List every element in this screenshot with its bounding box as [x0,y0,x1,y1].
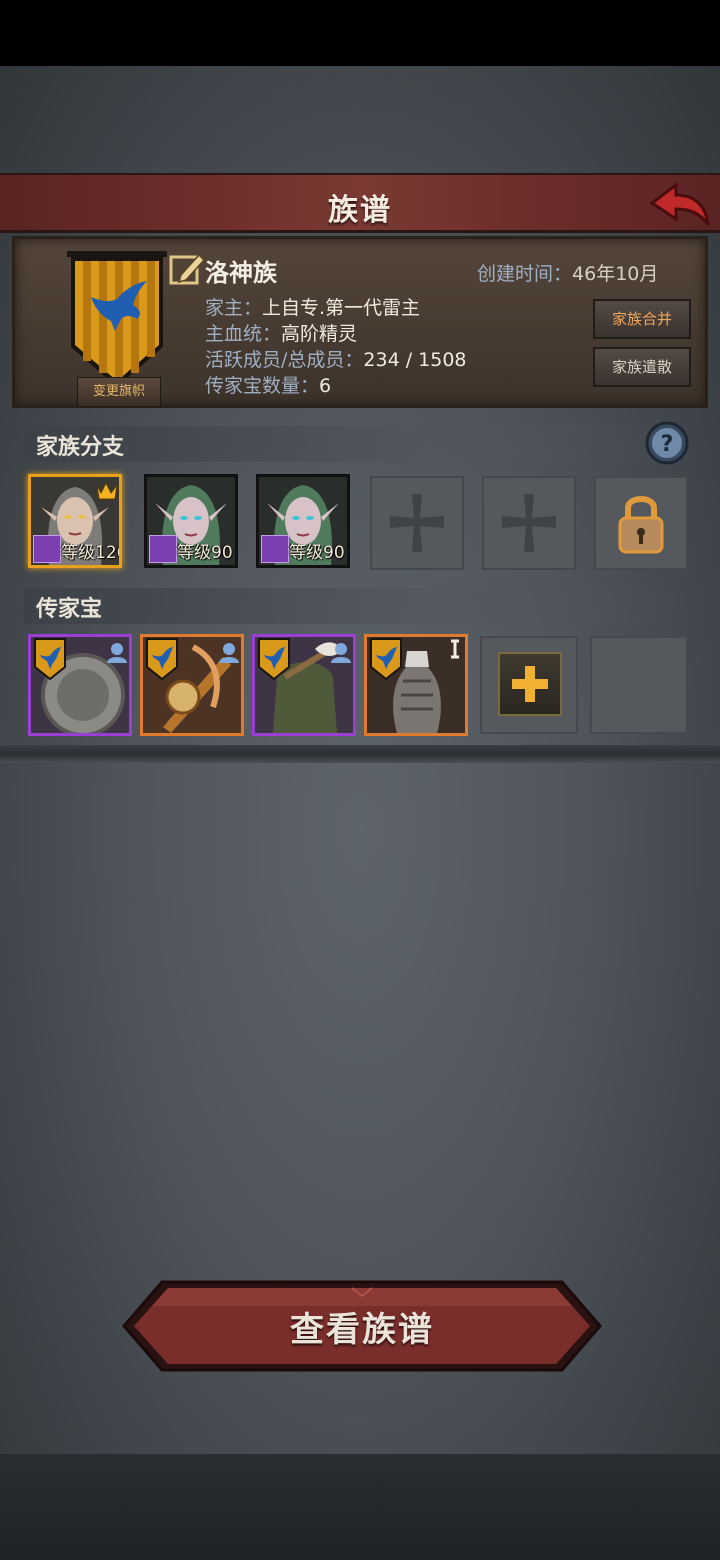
heirloom-count-label: 传家宝数量： [205,375,320,397]
staff-class-icon [261,535,289,563]
heirloom-item-icon [34,638,127,733]
heirlooms-section-header: 传家宝 [24,588,694,624]
merge-family-button[interactable]: 家族合并 [593,299,691,339]
heirloom-count-value: 6 [319,375,332,397]
family-name: 洛神族 [205,259,277,287]
page-title: 族谱 [328,193,392,228]
heirloom-item-icon [258,638,351,733]
bottom-area [0,1454,720,1560]
family-head-label: 家主： [205,297,263,319]
change-flag-button[interactable]: 变更旗帜 [77,377,161,407]
created-time-value: 46年10月 [572,263,659,285]
heirloom-slot[interactable] [140,634,244,736]
heirloom-slot[interactable] [364,634,468,736]
family-head-value: 上自专.第一代雷主 [262,297,421,319]
created-time-label: 创建时间： [477,263,573,285]
member-level: 等级90 [177,543,233,563]
bloodline-value: 高阶精灵 [281,323,358,345]
lock-icon [618,496,664,554]
cross-emblem-icon [390,494,444,552]
bloodline-label: 主血统： [205,323,282,345]
back-arrow-icon[interactable] [646,179,712,231]
members-label: 活跃成员/总成员： [205,349,364,371]
view-family-tree-label: 查看族谱 [290,1310,434,1350]
section-divider [0,745,720,763]
member-level: 等级126 [61,543,122,563]
svg-text:?: ? [661,432,674,457]
edit-name-icon[interactable] [167,249,207,289]
locked-branch-slot[interactable] [594,476,688,570]
heirloom-slot[interactable] [252,634,356,736]
created-time: 创建时间：46年10月 [477,259,658,286]
family-head-line: 家主：上自专.第一代雷主 [205,293,420,320]
plus-icon [512,666,548,702]
staff-class-icon [33,535,61,563]
branches-title: 家族分支 [36,435,125,460]
help-icon[interactable]: ? [644,420,690,466]
view-family-tree-button[interactable]: 查看族谱 [122,1280,602,1372]
family-info-panel: 变更旗帜 洛神族 创建时间：46年10月 家主：上自专.第一代雷主 主血统：高阶… [12,236,708,408]
add-heirloom-button[interactable] [498,652,562,716]
heirlooms-title: 传家宝 [36,597,103,622]
cross-emblem-icon [502,494,556,552]
heirloom-item-icon [367,637,465,733]
heirloom-count-line: 传家宝数量：6 [205,371,331,398]
branch-member-slot[interactable]: 等级90 [144,474,238,568]
staff-class-icon [149,535,177,563]
empty-branch-slot[interactable] [370,476,464,570]
disband-family-button[interactable]: 家族遣散 [593,347,691,387]
branch-member-slot[interactable]: 等级90 [256,474,350,568]
member-level: 等级90 [289,543,345,563]
bloodline-line: 主血统：高阶精灵 [205,319,357,346]
members-value: 234 / 1508 [363,349,467,371]
title-bar: 族谱 [0,173,720,233]
branches-section-header: 家族分支 [24,426,694,462]
empty-heirloom-slot[interactable] [590,636,688,734]
members-line: 活跃成员/总成员：234 / 1508 [205,345,467,372]
empty-branch-slot[interactable] [482,476,576,570]
status-bar [0,0,720,66]
branch-member-slot[interactable]: 等级126 [28,474,122,568]
add-heirloom-slot[interactable] [480,636,578,734]
heirloom-slot[interactable] [28,634,132,736]
heirloom-item-icon [146,638,239,733]
